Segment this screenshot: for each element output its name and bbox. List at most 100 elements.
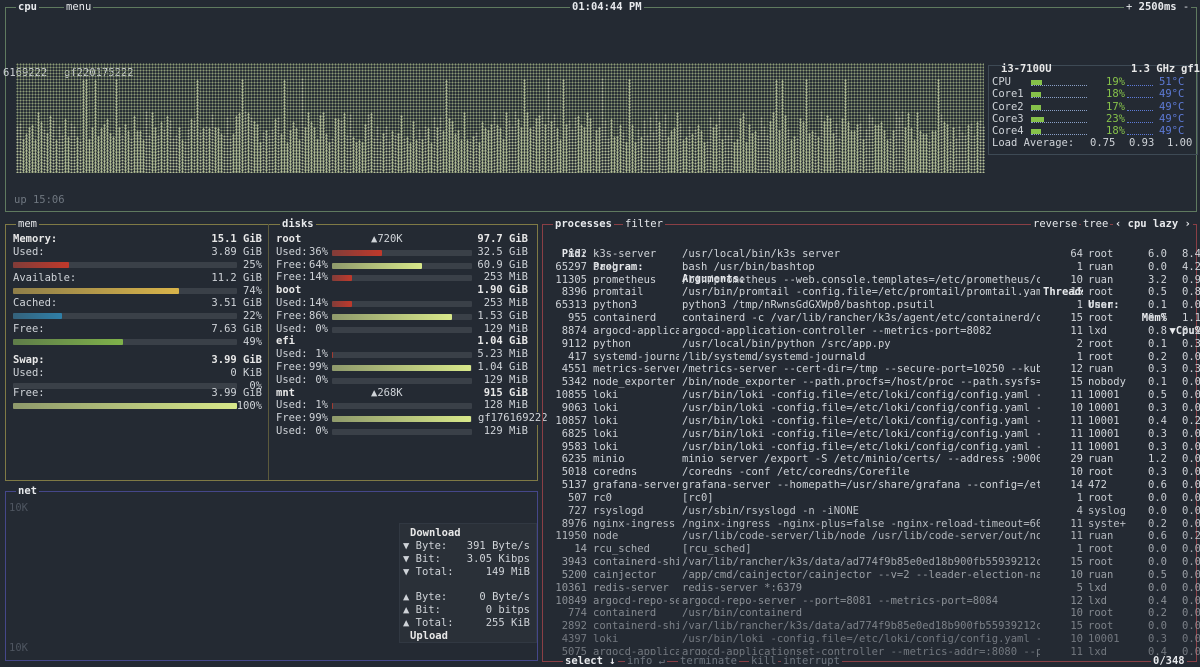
process-row[interactable]: 10849 argocd-repo-ser argocd-repo-server -… xyxy=(547,594,1200,608)
disk-name: boot xyxy=(276,284,302,297)
net-panel: net 10K 10K Download ▼ Byte: 391 Byte/s ▼ … xyxy=(5,485,538,661)
proc-pid: 8874 xyxy=(561,324,587,337)
proc-user: root xyxy=(1088,312,1114,325)
proc-args: argocd-repo-server --port=8081 --metrics… xyxy=(682,594,999,607)
net-tab[interactable]: net xyxy=(16,485,39,497)
process-row[interactable]: 417 systemd-journal/lib/systemd/systemd-j… xyxy=(547,350,1200,364)
proc-user: 10001 xyxy=(1088,401,1120,414)
process-row[interactable]: 507 rc0 [rc0] 1 root 0.0 0.0 xyxy=(547,492,1200,505)
cpu-panel: cpu menu 01:04:44 PM + 2500ms - 6169222 … xyxy=(3,1,1200,212)
cpu-row-bar xyxy=(1031,80,1087,86)
proc-user: 10001 xyxy=(1088,440,1120,453)
process-row[interactable]: 10855 loki/usr/bin/loki -config.file=/etc… xyxy=(547,389,1200,402)
process-row[interactable]: 8874 argocd-applicat argocd-application-co… xyxy=(547,324,1200,338)
tree-toggle[interactable]: tree xyxy=(1081,218,1111,230)
proc-program: loki xyxy=(593,427,619,440)
proc-args: /app/cmd/cainjector/cainjector --v=2 --l… xyxy=(682,568,1040,581)
mem-item-value: 3.51 GiB xyxy=(211,297,262,309)
proc-cpu: 0.0 xyxy=(1182,453,1200,466)
proc-threads: 15 xyxy=(1070,556,1083,569)
proc-cpu: 0.0 xyxy=(1182,556,1200,569)
cpu-tab[interactable]: cpu xyxy=(16,1,39,13)
proc-threads: 10 xyxy=(1070,607,1083,620)
proc-args: /usr/bin/loki -config.file=/etc/loki/con… xyxy=(682,389,1040,402)
filter-button[interactable]: filter xyxy=(623,218,665,230)
info-button[interactable]: info ↵ xyxy=(625,655,667,667)
cpu-row-bar-fill xyxy=(1031,80,1042,85)
disk-line-value: 129 MiB xyxy=(483,373,528,386)
disk-line-value: 32.5 GiB xyxy=(477,245,528,258)
proc-pid: 8396 xyxy=(561,286,587,299)
process-row[interactable]: 10857 loki/usr/bin/loki -config.file=/etc… xyxy=(547,415,1200,428)
process-row[interactable]: 5018 coredns/coredns -conf /etc/coredns/C… xyxy=(547,466,1200,479)
mem-tab[interactable]: mem xyxy=(16,218,39,230)
process-row[interactable]: 65313 python3 python3 /tmp/nRwnsGdGXWp0/ba… xyxy=(547,299,1200,312)
mem-item-label: Used: xyxy=(13,246,45,258)
process-row[interactable]: 2892 containerd-shim/var/lib/rancher/k3s/… xyxy=(547,620,1200,633)
disk-line-bar-fill xyxy=(332,352,333,359)
cpu-row-bar-fill xyxy=(1031,92,1041,98)
upload-stat-value: 0 Byte/s xyxy=(479,591,530,603)
proc-user: root xyxy=(1088,620,1114,633)
disk-line-bar xyxy=(332,301,472,307)
process-row[interactable]: 9112 python/usr/local/bin/python /src/app… xyxy=(547,337,1200,351)
proc-cpu: 0.0 xyxy=(1182,299,1200,312)
sort-selector[interactable]: ‹ cpu lazy › xyxy=(1113,218,1193,230)
proc-threads: 11 xyxy=(1070,389,1083,402)
process-row[interactable]: 955 containerd containerd -c /var/lib/ranc… xyxy=(547,312,1200,325)
process-row[interactable]: 9583 loki/usr/bin/loki -config.file=/etc/… xyxy=(547,440,1200,454)
disk-line-bar-fill xyxy=(332,301,352,307)
swap-total: 3.99 GiB xyxy=(211,354,262,366)
disk-line-value: 60.9 GiB xyxy=(477,258,528,271)
reverse-toggle[interactable]: reverse xyxy=(1031,218,1080,230)
proc-user: lxd xyxy=(1088,581,1107,594)
process-row[interactable]: 5137 grafana-server grafana-server --homep… xyxy=(547,479,1200,492)
process-row[interactable]: 5342 node_exporter/bin/node_exporter --pa… xyxy=(547,376,1200,389)
process-row[interactable]: 6825 loki/usr/bin/loki -config.file=/etc/… xyxy=(547,427,1200,441)
process-row[interactable]: 9063 loki/usr/bin/loki -config.file=/etc/… xyxy=(547,401,1200,415)
menu-tab[interactable]: menu xyxy=(64,1,94,13)
cpu-row-temp: 51°C xyxy=(1159,76,1185,88)
process-row[interactable]: 727 rsyslogd/usr/sbin/rsyslogd -n -iNONE 4… xyxy=(547,504,1200,518)
process-row[interactable]: 8976 nginx-ingress/nginx-ingress -nginx-p… xyxy=(547,517,1200,531)
swap-item-bar xyxy=(13,402,237,409)
proc-args: /nginx-ingress -nginx-plus=false -nginx-… xyxy=(682,517,1040,530)
interval-control[interactable]: + 2500ms - xyxy=(1124,1,1192,13)
net-scale-top: 10K xyxy=(9,502,28,514)
process-row[interactable]: 4397 loki/usr/bin/loki -config.file=/etc/… xyxy=(547,633,1200,646)
memory-label: Memory: xyxy=(13,233,58,245)
proc-user: 10001 xyxy=(1088,633,1120,646)
process-row[interactable]: 11950 node/usr/lib/code-server/lib/node /… xyxy=(547,530,1200,543)
proc-program: cainjector xyxy=(593,568,657,581)
process-row[interactable]: 6235 minio minio server /export -S /etc/mi… xyxy=(547,453,1200,466)
proc-args: /usr/lib/code-server/lib/node /usr/lib/c… xyxy=(682,530,1040,543)
process-row[interactable]: 14 rcu_sched [rcu_sched] 1 root 0.0 0.0 xyxy=(547,543,1200,556)
process-row[interactable]: 8396 promtail/usr/bin/promtail -config.fi… xyxy=(547,286,1200,299)
proc-pid: 5200 xyxy=(561,568,587,581)
proc-cpu: 0.2 xyxy=(1182,414,1200,427)
process-row[interactable]: 65297 bash bash /usr/bin/bashtop 1 ruan 0.0 4.… xyxy=(547,261,1200,274)
processes-tab[interactable]: processes xyxy=(553,218,614,230)
interrupt-button[interactable]: interrupt xyxy=(781,655,842,667)
process-row[interactable]: 4551 metrics-server/metrics-server --cert… xyxy=(547,363,1200,376)
process-row[interactable]: 3943 containerd-shim/var/lib/rancher/k3s/… xyxy=(547,556,1200,569)
process-row[interactable]: 5200 cainjector/app/cmd/cainjector/cainje… xyxy=(547,568,1200,582)
process-table: Pid: Program: Arguments: Threads: User: … xyxy=(547,235,1200,659)
proc-cpu: 0.0 xyxy=(1182,620,1200,633)
kill-button[interactable]: kill xyxy=(749,655,779,667)
proc-cpu: 0.0 xyxy=(1182,389,1200,402)
process-row[interactable]: 802 k3s-server/usr/local/bin/k3s server 64… xyxy=(547,248,1200,261)
interval-minus-button[interactable]: - xyxy=(1183,1,1189,13)
terminate-button[interactable]: terminate xyxy=(678,655,739,667)
process-row[interactable]: 11305 prometheus/bin/prometheus --web.con… xyxy=(547,273,1200,287)
interval-plus-button[interactable]: + xyxy=(1126,1,1132,13)
select-button[interactable]: select ↓ xyxy=(563,655,618,667)
process-row[interactable]: 774 containerd/usr/bin/containerd 10 root 0.… xyxy=(547,607,1200,620)
disks-tab[interactable]: disks xyxy=(280,218,316,230)
proc-threads: 10 xyxy=(1070,273,1083,286)
proc-cpu: 0.2 xyxy=(1182,324,1200,337)
process-row[interactable]: 10361 redis-server redis-server *:6379 5 lxd… xyxy=(547,581,1200,595)
proc-program: python xyxy=(593,337,631,350)
proc-user: root xyxy=(1088,350,1114,363)
proc-program: rsyslogd xyxy=(593,504,644,517)
